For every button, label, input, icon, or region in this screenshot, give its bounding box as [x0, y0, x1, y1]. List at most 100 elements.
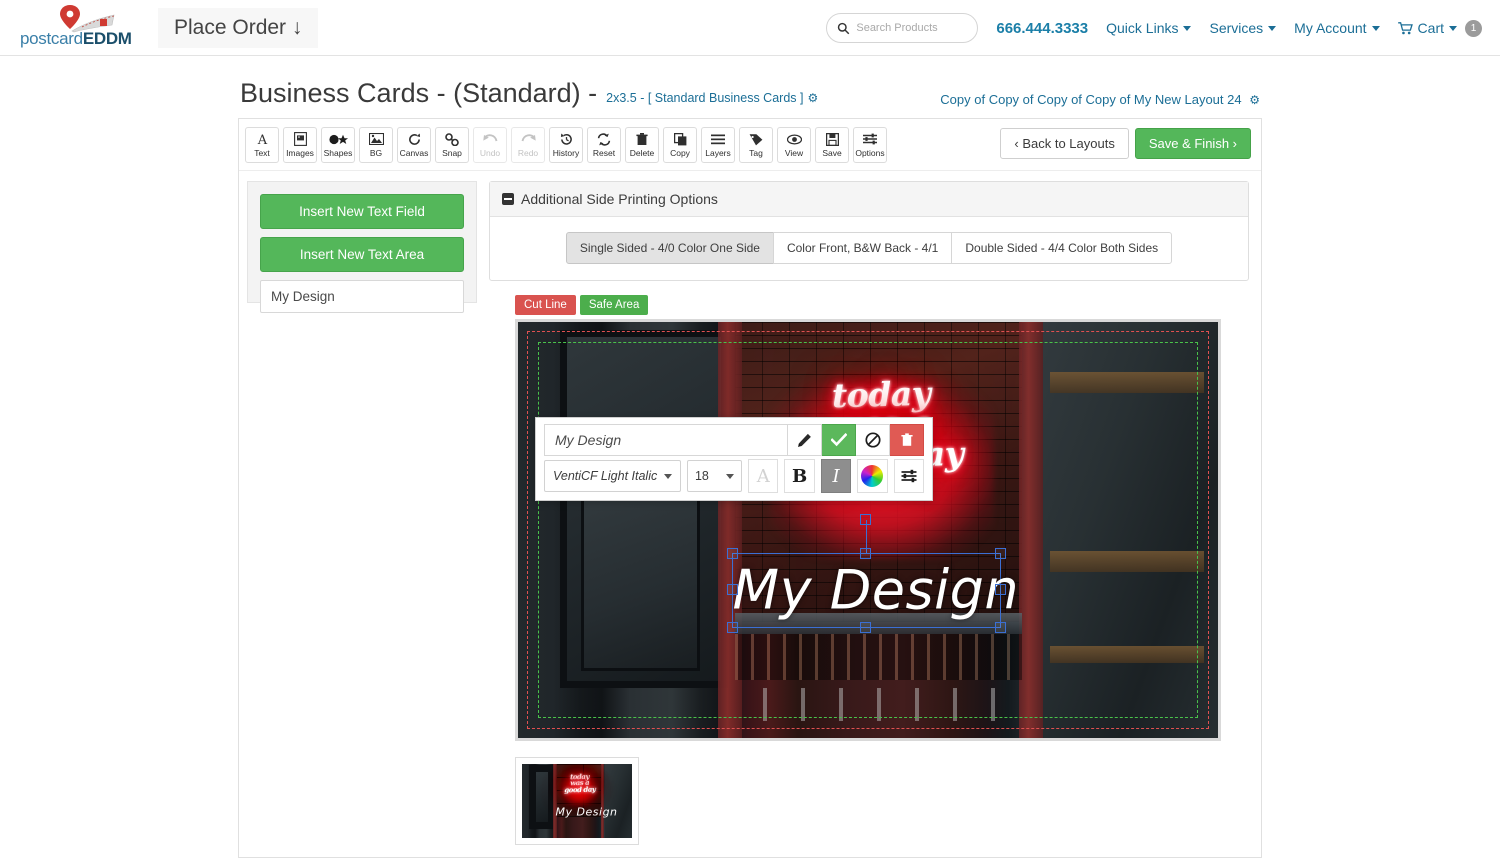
pencil-icon	[797, 433, 812, 448]
safe-area-badge[interactable]: Safe Area	[580, 295, 649, 315]
cancel-text-button[interactable]	[856, 424, 890, 456]
font-color-button[interactable]: A	[748, 459, 778, 493]
tool-layers[interactable]: Layers	[701, 127, 735, 163]
back-to-layouts-button[interactable]: ‹ Back to Layouts	[1000, 128, 1128, 159]
option-single-sided[interactable]: Single Sided - 4/0 Color One Side	[566, 232, 774, 264]
sync-icon	[597, 132, 611, 147]
search-box[interactable]	[826, 13, 978, 43]
search-input[interactable]	[856, 22, 967, 34]
tool-images-label: Images	[286, 149, 314, 158]
design-canvas[interactable]: today was a good day My Design	[515, 319, 1221, 741]
tap-row	[749, 688, 1008, 721]
font-size-value: 18	[695, 469, 709, 483]
text-settings-button[interactable]	[894, 459, 924, 493]
trash-icon	[901, 433, 913, 447]
page-thumbnail-front[interactable]: today was a good day My Design	[515, 757, 639, 845]
tool-view[interactable]: View	[777, 127, 811, 163]
nav-cart[interactable]: Cart 1	[1398, 20, 1482, 37]
logo-text: postcardEDDM	[20, 29, 132, 49]
tool-images[interactable]: Images	[283, 127, 317, 163]
font-family-select[interactable]: VentiCF Light Italic	[544, 460, 681, 492]
floppy-disk-icon	[826, 132, 839, 147]
gear-icon[interactable]: ⚙	[1249, 93, 1260, 107]
tool-text-label: Text	[254, 149, 270, 158]
tool-delete[interactable]: Delete	[625, 127, 659, 163]
nav-services[interactable]: Services	[1209, 20, 1276, 36]
canvas-guide-badges: Cut Line Safe Area	[515, 295, 1249, 315]
gear-icon[interactable]: ⚙	[807, 91, 818, 105]
chevron-down-icon	[1183, 26, 1191, 31]
insert-new-text-field-button[interactable]: Insert New Text Field	[260, 194, 464, 229]
cut-line-badge[interactable]: Cut Line	[515, 295, 576, 315]
tool-snap[interactable]: Snap	[435, 127, 469, 163]
collapse-minus-icon[interactable]	[502, 193, 514, 205]
shelf-bottom	[1050, 646, 1204, 663]
canvas-text-my-design[interactable]: My Design	[733, 559, 1001, 622]
canvas-column: Additional Side Printing Options Single …	[489, 181, 1249, 845]
page-thumbnails: today was a good day My Design	[515, 757, 1249, 845]
tool-reset[interactable]: Reset	[587, 127, 621, 163]
text-edit-popup: VentiCF Light Italic 18 A B I	[535, 417, 933, 501]
save-and-finish-button[interactable]: Save & Finish ›	[1135, 128, 1251, 159]
logo-text-part1: postcard	[20, 29, 83, 48]
resize-handle-top-center[interactable]	[860, 548, 871, 559]
option-double-sided[interactable]: Double Sided - 4/4 Color Both Sides	[951, 232, 1172, 264]
layout-name-text: Copy of Copy of Copy of Copy of My New L…	[940, 92, 1241, 107]
resize-handle-bottom-left[interactable]	[727, 622, 738, 633]
tool-copy[interactable]: Copy	[663, 127, 697, 163]
edit-text-button[interactable]	[788, 424, 822, 456]
resize-handle-top-right[interactable]	[995, 548, 1006, 559]
site-header: postcardEDDM Place Order ↓ 666.444.3333 …	[0, 0, 1500, 56]
rotate-handle[interactable]	[860, 514, 871, 525]
resize-handle-bottom-right[interactable]	[995, 622, 1006, 633]
sliders-icon	[863, 132, 877, 147]
copy-icon	[674, 132, 687, 147]
option-color-front-bw-back[interactable]: Color Front, B&W Back - 4/1	[773, 232, 952, 264]
insert-new-text-area-button[interactable]: Insert New Text Area	[260, 237, 464, 272]
confirm-text-button[interactable]	[822, 424, 856, 456]
font-family-value: VentiCF Light Italic	[553, 469, 657, 483]
text-value-input[interactable]	[544, 424, 788, 456]
nav-my-account[interactable]: My Account	[1294, 20, 1379, 36]
eye-icon	[787, 132, 802, 147]
resize-handle-middle-left[interactable]	[727, 584, 738, 595]
tool-canvas[interactable]: Canvas	[397, 127, 431, 163]
nav-quick-links[interactable]: Quick Links	[1106, 20, 1191, 36]
tool-save[interactable]: Save	[815, 127, 849, 163]
layer-list-item[interactable]: My Design	[260, 280, 464, 313]
color-picker-button[interactable]	[857, 459, 887, 493]
tool-save-label: Save	[822, 149, 841, 158]
chevron-down-icon	[1372, 26, 1380, 31]
tool-history-label: History	[553, 149, 579, 158]
phone-number[interactable]: 666.444.3333	[996, 20, 1088, 37]
tool-shapes[interactable]: Shapes	[321, 127, 355, 163]
tool-bg[interactable]: BG	[359, 127, 393, 163]
letter-a-icon: A	[256, 132, 269, 147]
page-subtitle[interactable]: 2x3.5 - [ Standard Business Cards ]⚙	[606, 91, 818, 105]
side-printing-body: Single Sided - 4/0 Color One Side Color …	[490, 217, 1248, 280]
undo-arrow-icon	[483, 132, 498, 147]
side-printing-header[interactable]: Additional Side Printing Options	[490, 182, 1248, 217]
resize-handle-middle-right[interactable]	[995, 584, 1006, 595]
place-order-button[interactable]: Place Order ↓	[158, 8, 318, 48]
tool-text[interactable]: A Text	[245, 127, 279, 163]
tag-icon	[749, 132, 763, 147]
bold-button[interactable]: B	[784, 459, 814, 493]
nav-cart-label: Cart	[1418, 20, 1444, 36]
resize-handle-top-left[interactable]	[727, 548, 738, 559]
bottle-row	[735, 634, 1022, 680]
delete-text-button[interactable]	[890, 424, 924, 456]
tool-options[interactable]: Options	[853, 127, 887, 163]
tool-history[interactable]: History	[549, 127, 583, 163]
italic-button[interactable]: I	[821, 459, 851, 493]
editor-body: Insert New Text Field Insert New Text Ar…	[239, 171, 1261, 845]
site-logo[interactable]: postcardEDDM	[20, 5, 130, 51]
nav-my-account-label: My Account	[1294, 20, 1366, 36]
resize-handle-bottom-center[interactable]	[860, 622, 871, 633]
image-icon	[294, 132, 307, 147]
layout-name-link[interactable]: Copy of Copy of Copy of Copy of My New L…	[940, 92, 1260, 107]
selected-text-object[interactable]: My Design	[732, 553, 1002, 628]
font-size-select[interactable]: 18	[687, 460, 742, 492]
tool-tag[interactable]: Tag	[739, 127, 773, 163]
nav-services-label: Services	[1209, 20, 1263, 36]
